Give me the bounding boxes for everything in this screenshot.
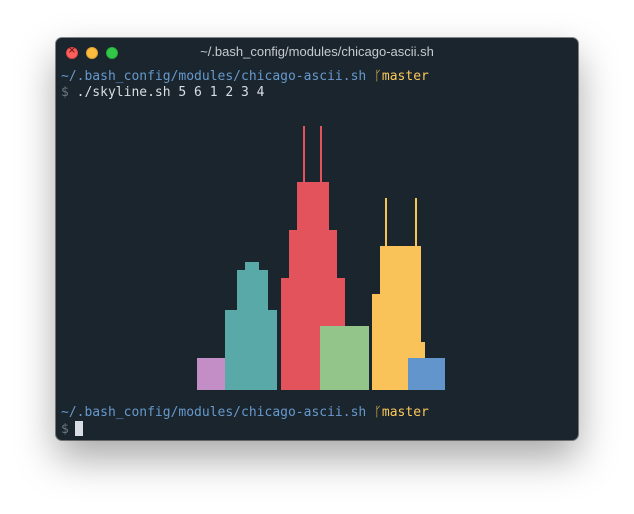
building-teal-base [225,310,277,390]
antenna-right-red [320,126,322,182]
terminal-window: ~/.bash_config/modules/chicago-ascii.sh … [56,38,578,440]
prompt-path-2: ~/.bash_config/modules/chicago-ascii.sh [61,405,367,420]
building-yellow-foot [421,342,425,358]
input-line[interactable]: $ [61,421,83,438]
building-green [320,326,369,390]
building-blue [408,358,445,390]
building-red-mid [289,230,337,278]
branch-name-2: master [381,405,429,420]
cursor-block [74,421,83,436]
skyline-art [197,126,445,390]
branch-icon-2: ᚴ [374,405,382,420]
building-red-top [297,182,329,230]
antenna-left-red [303,126,305,182]
building-teal-mid [237,270,268,310]
antenna-right-yellow [415,198,417,246]
building-teal-top [245,262,259,270]
antenna-left-yellow [385,198,387,246]
prompt-symbol-2: $ [61,422,69,437]
building-yellow-top [380,246,421,294]
prompt-line-2: ~/.bash_config/modules/chicago-ascii.sh … [61,405,429,421]
